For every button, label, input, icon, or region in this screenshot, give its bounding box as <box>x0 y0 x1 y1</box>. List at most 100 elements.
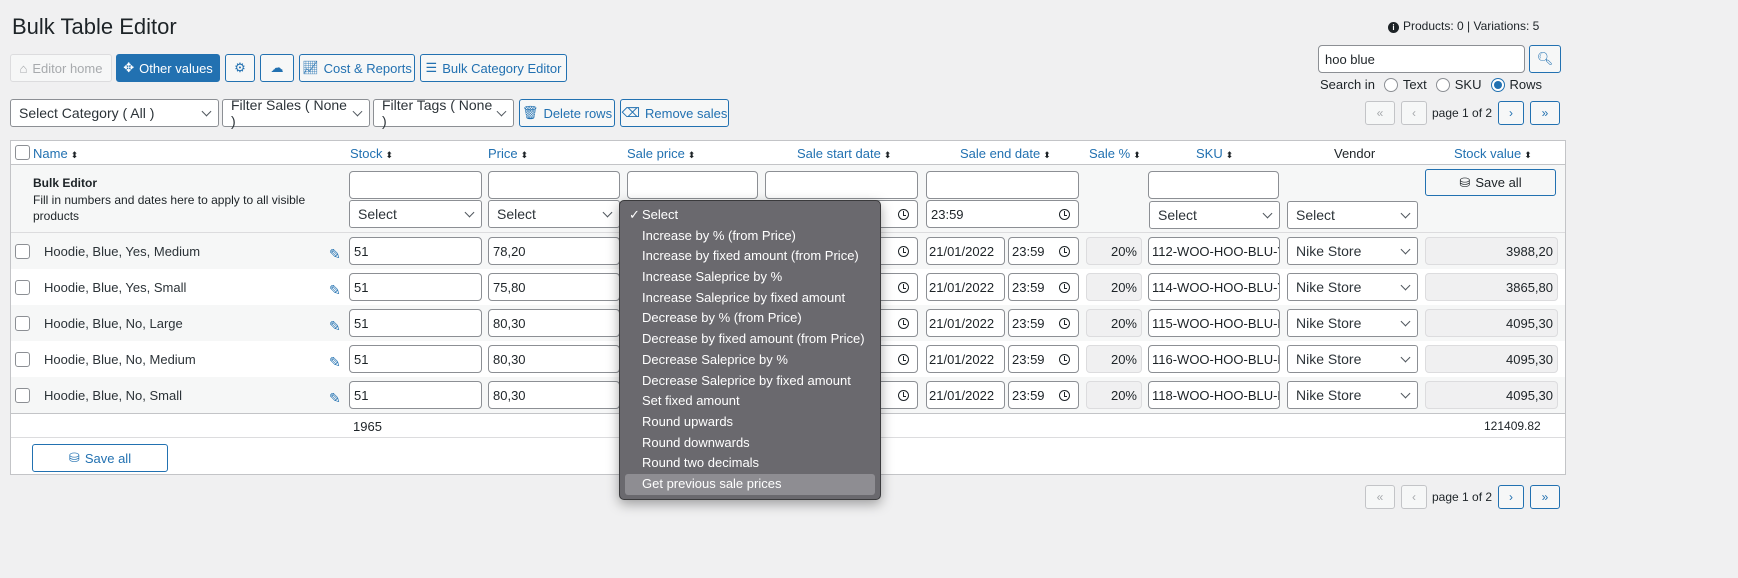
bulk-stock-input[interactable] <box>349 171 482 199</box>
search-input[interactable]: hoo blue <box>1318 45 1525 73</box>
dropdown-option[interactable]: Get previous sale prices <box>625 473 875 495</box>
dropdown-option[interactable]: Increase Saleprice by % <box>625 267 875 288</box>
edit-icon[interactable]: ✎ <box>329 246 341 263</box>
sku-input[interactable]: 112-WOO-HOO-BLU-YE <box>1148 237 1280 265</box>
sale-end-time[interactable]: 23:59 <box>1008 309 1079 337</box>
select-all-checkbox[interactable] <box>15 145 30 160</box>
bulk-save-all-button[interactable]: ⛁ Save all <box>1425 169 1556 196</box>
other-values-button[interactable]: ✥ Other values <box>116 54 220 82</box>
stock-input[interactable]: 51 <box>349 309 482 337</box>
edit-icon[interactable]: ✎ <box>329 318 341 335</box>
price-input[interactable]: 80,30 <box>488 309 620 337</box>
filter-tags-select[interactable]: Filter Tags ( None ) <box>373 97 514 129</box>
col-name[interactable]: Name ⬍ <box>33 146 78 161</box>
vendor-select[interactable]: Nike Store <box>1287 273 1418 301</box>
col-sale-start[interactable]: Sale start date ⬍ <box>797 146 891 161</box>
stock-input[interactable]: 51 <box>349 381 482 409</box>
dropdown-option[interactable]: Decrease by fixed amount (from Price) <box>625 329 875 350</box>
category-select[interactable]: Select Category ( All ) <box>10 99 219 127</box>
edit-icon[interactable]: ✎ <box>329 390 341 407</box>
last-page-button[interactable]: » <box>1530 101 1560 125</box>
radio-rows[interactable] <box>1490 77 1505 92</box>
dropdown-option[interactable]: Set fixed amount <box>625 391 875 412</box>
dropdown-option[interactable]: Decrease Saleprice by fixed amount <box>625 371 875 392</box>
radio-sku[interactable] <box>1435 77 1450 92</box>
vendor-select[interactable]: Nike Store <box>1287 309 1418 337</box>
prev-page-button[interactable]: ‹ <box>1401 101 1427 125</box>
stock-input[interactable]: 51 <box>349 237 482 265</box>
price-input[interactable]: 80,30 <box>488 345 620 373</box>
sale-end-date[interactable]: 21/01/2022 <box>926 273 1005 301</box>
dropdown-option[interactable]: Round downwards <box>625 433 875 454</box>
dropdown-option[interactable]: Increase Saleprice by fixed amount <box>625 288 875 309</box>
col-stock-value[interactable]: Stock value ⬍ <box>1454 146 1532 161</box>
col-sale-end[interactable]: Sale end date ⬍ <box>960 146 1051 161</box>
row-checkbox[interactable] <box>15 280 30 295</box>
col-sale-price[interactable]: Sale price ⬍ <box>627 146 695 161</box>
row-checkbox[interactable] <box>15 316 30 331</box>
col-sale-pct[interactable]: Sale % ⬍ <box>1089 146 1141 161</box>
bulk-vendor-select[interactable]: Select <box>1287 201 1418 229</box>
edit-icon[interactable]: ✎ <box>329 354 341 371</box>
bulk-stock-select[interactable]: Select <box>349 200 482 228</box>
bulk-sku-input[interactable] <box>1148 171 1279 199</box>
sale-end-time[interactable]: 23:59 <box>1008 345 1079 373</box>
bulk-sale-end-time[interactable]: 23:59 <box>926 200 1079 228</box>
sale-end-time[interactable]: 23:59 <box>1008 273 1079 301</box>
filter-sales-select[interactable]: Filter Sales ( None ) <box>222 97 370 129</box>
bulk-category-editor-button[interactable]: ☰ Bulk Category Editor <box>420 54 567 82</box>
bulk-price-input[interactable] <box>488 171 620 199</box>
price-input[interactable]: 75,80 <box>488 273 620 301</box>
col-sku[interactable]: SKU ⬍ <box>1196 146 1233 161</box>
sku-input[interactable]: 116-WOO-HOO-BLU-NO <box>1148 345 1280 373</box>
price-input[interactable]: 78,20 <box>488 237 620 265</box>
bulk-action-dropdown[interactable]: ✓ Select Increase by % (from Price) Increas… <box>619 200 881 500</box>
remove-sales-button[interactable]: ⌫ Remove sales <box>620 99 729 127</box>
sku-input[interactable]: 114-WOO-HOO-BLU-YE <box>1148 273 1280 301</box>
sale-end-date[interactable]: 21/01/2022 <box>926 381 1005 409</box>
sale-end-time[interactable]: 23:59 <box>1008 237 1079 265</box>
price-input[interactable]: 80,30 <box>488 381 620 409</box>
vendor-select[interactable]: Nike Store <box>1287 237 1418 265</box>
sale-end-date[interactable]: 21/01/2022 <box>926 309 1005 337</box>
col-price[interactable]: Price ⬍ <box>488 146 528 161</box>
next-page-button[interactable]: › <box>1498 101 1524 125</box>
vendor-select[interactable]: Nike Store <box>1287 345 1418 373</box>
next-page-button-bottom[interactable]: › <box>1498 485 1524 509</box>
sale-end-date[interactable]: 21/01/2022 <box>926 345 1005 373</box>
sale-end-date[interactable]: 21/01/2022 <box>926 237 1005 265</box>
dropdown-option[interactable]: Round two decimals <box>625 453 875 474</box>
dropdown-option[interactable]: ✓ Select <box>625 205 875 226</box>
sku-input[interactable]: 115-WOO-HOO-BLU-NO <box>1148 309 1280 337</box>
prev-page-button-bottom[interactable]: ‹ <box>1401 485 1427 509</box>
stock-input[interactable]: 51 <box>349 345 482 373</box>
row-checkbox[interactable] <box>15 244 30 259</box>
bulk-sale-end-input[interactable] <box>926 171 1079 199</box>
row-checkbox[interactable] <box>15 352 30 367</box>
radio-text[interactable] <box>1383 77 1398 92</box>
dropdown-option[interactable]: Round upwards <box>625 412 875 433</box>
footer-save-all-button[interactable]: ⛁ Save all <box>32 444 168 472</box>
sku-input[interactable]: 118-WOO-HOO-BLU-NO <box>1148 381 1280 409</box>
delete-rows-button[interactable]: 🗑︎ Delete rows <box>519 99 615 127</box>
last-page-button-bottom[interactable]: » <box>1530 485 1560 509</box>
vendor-select[interactable]: Nike Store <box>1287 381 1418 409</box>
cost-reports-button[interactable]: 📈︎ Cost & Reports <box>299 54 415 82</box>
stock-input[interactable]: 51 <box>349 273 482 301</box>
col-stock[interactable]: Stock ⬍ <box>350 146 393 161</box>
bulk-sku-select[interactable]: Select <box>1149 201 1280 229</box>
bulk-price-select[interactable]: Select <box>488 200 620 228</box>
first-page-button[interactable]: « <box>1365 101 1395 125</box>
first-page-button-bottom[interactable]: « <box>1365 485 1395 509</box>
settings-button[interactable]: ⚙ <box>225 54 255 82</box>
dropdown-option[interactable]: Decrease Saleprice by % <box>625 350 875 371</box>
download-button[interactable]: ☁ <box>260 54 294 82</box>
sale-end-time[interactable]: 23:59 <box>1008 381 1079 409</box>
row-checkbox[interactable] <box>15 388 30 403</box>
search-button[interactable]: 🔍︎ <box>1529 45 1561 73</box>
edit-icon[interactable]: ✎ <box>329 282 341 299</box>
bulk-sale-start-input[interactable] <box>765 171 918 199</box>
dropdown-option[interactable]: Increase by % (from Price) <box>625 226 875 247</box>
bulk-sale-price-input[interactable] <box>627 171 758 199</box>
dropdown-option[interactable]: Increase by fixed amount (from Price) <box>625 246 875 267</box>
